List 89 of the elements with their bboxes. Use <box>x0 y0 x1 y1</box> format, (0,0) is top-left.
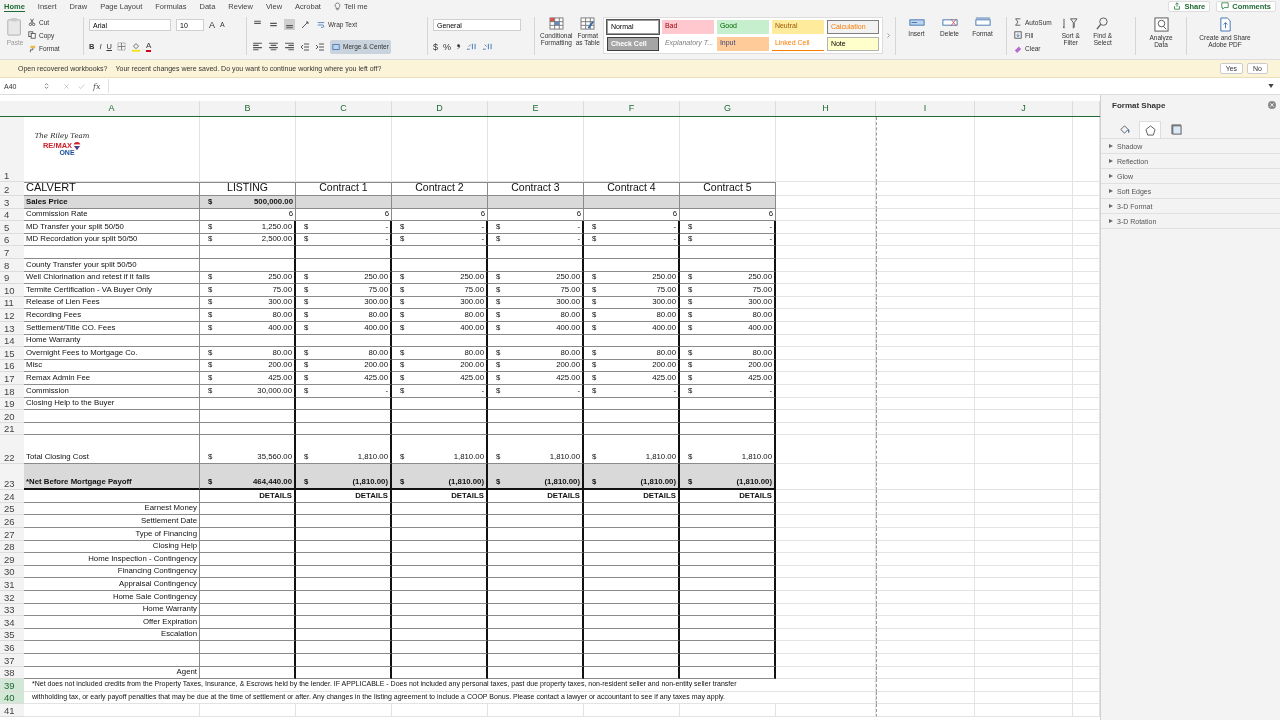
paintbrush-icon <box>28 44 36 53</box>
table-cell: Contract 1 <box>296 182 392 196</box>
document-share-icon <box>1218 16 1232 32</box>
fill-color-icon[interactable] <box>130 41 141 52</box>
table-grid-icon <box>548 16 564 30</box>
copy-icon <box>28 31 36 40</box>
row-header[interactable]: 29 <box>0 553 24 566</box>
row-header[interactable]: 12 <box>0 309 24 322</box>
checkmark-icon[interactable] <box>78 82 85 90</box>
row-header[interactable]: 37 <box>0 654 24 667</box>
format-row-icon <box>974 16 991 28</box>
column-header[interactable]: D <box>392 101 488 116</box>
caret-icon[interactable] <box>1268 84 1274 88</box>
size-properties-icon <box>1170 123 1182 135</box>
row-header[interactable]: 7 <box>0 246 24 259</box>
decrease-decimal-icon[interactable] <box>482 42 494 51</box>
analyze-data-icon <box>1153 16 1169 32</box>
fill-down-icon <box>1014 31 1022 40</box>
vertical-align-icon[interactable] <box>284 19 295 30</box>
share-icon <box>1173 2 1182 10</box>
row-header[interactable]: 24 <box>0 490 24 503</box>
row-header[interactable]: 5 <box>0 221 24 234</box>
row-header[interactable]: 17 <box>0 372 24 385</box>
lightbulb-icon <box>333 1 341 11</box>
comma-style-icon[interactable] <box>456 42 462 51</box>
row-header[interactable]: 34 <box>0 616 24 629</box>
balloon-icon <box>73 141 82 151</box>
wrap-text-icon <box>317 20 325 29</box>
row-header[interactable]: 26 <box>0 515 24 529</box>
horizontal-align-icon[interactable] <box>252 41 263 52</box>
decrease-indent-icon[interactable] <box>300 41 310 52</box>
paint-bucket-icon <box>1118 123 1130 135</box>
scissors-icon <box>28 18 36 27</box>
merge-icon <box>332 42 340 51</box>
pentagon-icon <box>1144 124 1156 136</box>
table-cell: Contract 5 <box>680 182 776 196</box>
column-header[interactable]: E <box>488 101 584 116</box>
row-header[interactable]: 10 <box>0 284 24 297</box>
column-header[interactable]: J <box>975 101 1073 116</box>
close-icon[interactable] <box>1268 101 1276 109</box>
currency-button[interactable]: $ <box>433 40 438 53</box>
panel-title: Format Shape <box>1112 100 1166 110</box>
table-cell: Contract 2 <box>392 182 488 196</box>
panel-tab[interactable] <box>1139 121 1161 138</box>
table-cell: CALVERT <box>24 182 200 196</box>
horizontal-align-icon[interactable] <box>268 41 279 52</box>
column-header[interactable]: F <box>584 101 680 116</box>
horizontal-align-icon[interactable] <box>284 41 295 52</box>
row-header[interactable]: 3 <box>0 196 24 209</box>
orientation-icon[interactable] <box>300 19 310 30</box>
insert-function-button[interactable]: fx <box>93 81 101 91</box>
delete-row-icon <box>941 16 958 28</box>
eraser-icon <box>1014 44 1022 53</box>
column-header[interactable]: C <box>296 101 392 116</box>
column-header[interactable]: H <box>776 101 876 116</box>
column-header[interactable]: G <box>680 101 776 116</box>
search-icon <box>1095 16 1111 30</box>
row-header[interactable]: 15 <box>0 347 24 360</box>
insert-row-icon <box>908 16 925 28</box>
table-cell: Contract 4 <box>584 182 680 196</box>
row-header[interactable]: 39 <box>0 679 24 692</box>
funnel-icon <box>1063 16 1079 30</box>
percent-button[interactable]: % <box>443 40 452 53</box>
row-header[interactable]: 31 <box>0 578 24 592</box>
spinner-icon[interactable] <box>44 82 49 90</box>
increase-decimal-icon[interactable] <box>466 42 478 51</box>
row-header[interactable]: 1 <box>0 117 24 182</box>
font-color-button[interactable]: A <box>145 41 152 52</box>
column-header[interactable]: I <box>876 101 975 116</box>
grow-font-button[interactable]: A <box>209 18 215 31</box>
clipboard-icon <box>6 16 24 37</box>
row-header[interactable]: 41 <box>0 704 24 717</box>
column-header[interactable]: B <box>200 101 296 116</box>
borders-icon[interactable] <box>116 42 126 51</box>
chevron-right-icon[interactable] <box>886 32 890 39</box>
row-header[interactable]: 32 <box>0 591 24 604</box>
row-header[interactable]: 22 <box>0 435 24 465</box>
table-cell: Contract 3 <box>488 182 584 196</box>
row-header[interactable]: 36 <box>0 641 24 654</box>
row-header[interactable]: 27 <box>0 528 24 541</box>
increase-indent-icon[interactable] <box>315 41 325 52</box>
row-header[interactable]: 20 <box>0 410 24 423</box>
table-cell: LISTING <box>200 182 296 196</box>
row-header[interactable]: 23 <box>0 464 24 491</box>
table-brush-icon <box>580 16 596 30</box>
comment-icon <box>1221 2 1230 10</box>
column-header[interactable]: A <box>24 101 200 116</box>
row-header[interactable]: 2 <box>0 182 24 196</box>
sigma-icon <box>1014 18 1022 27</box>
